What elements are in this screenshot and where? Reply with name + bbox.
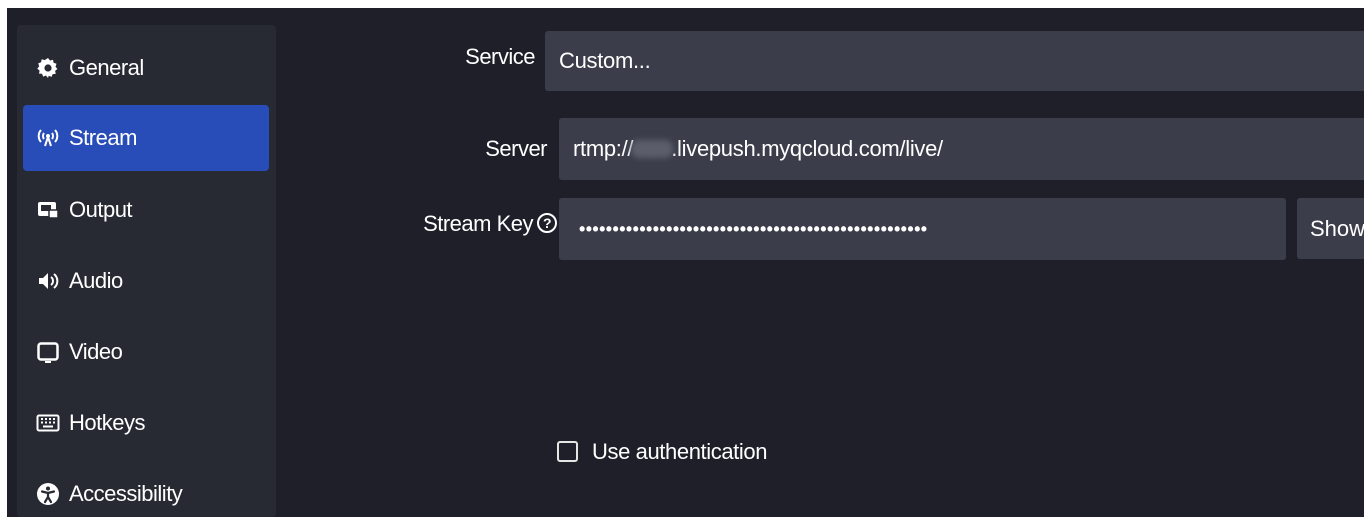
stream-key-value: ••••••••••••••••••••••••••••••••••••••••… xyxy=(579,218,928,239)
server-value-suffix: .livepush.myqcloud.com/live/ xyxy=(671,136,943,161)
show-button-label: Show xyxy=(1310,215,1364,241)
service-select[interactable]: Custom... xyxy=(545,31,1364,91)
sidebar-item-label: Video xyxy=(69,339,123,364)
sidebar-item-audio[interactable]: Audio xyxy=(23,248,269,314)
help-icon[interactable]: ? xyxy=(537,213,557,234)
sidebar-item-label: Output xyxy=(69,197,133,222)
keyboard-icon xyxy=(35,410,61,436)
sidebar-item-hotkeys[interactable]: Hotkeys xyxy=(23,390,269,456)
sidebar-item-label: General xyxy=(69,55,144,80)
sidebar-item-stream[interactable]: Stream xyxy=(23,105,269,171)
antenna-icon xyxy=(35,125,61,151)
sidebar-item-label: Audio xyxy=(69,268,123,293)
service-value: Custom... xyxy=(559,48,651,73)
sidebar-item-label: Accessibility xyxy=(69,481,183,506)
sidebar-item-general[interactable]: General xyxy=(23,35,269,101)
use-authentication-label[interactable]: Use authentication xyxy=(592,439,767,465)
redacted-blur xyxy=(631,140,674,158)
monitor-icon xyxy=(35,339,61,365)
sidebar-item-accessibility[interactable]: Accessibility xyxy=(23,461,269,517)
sidebar-item-label: Stream xyxy=(69,125,137,150)
use-authentication-checkbox[interactable] xyxy=(557,441,578,462)
server-value-prefix: rtmp:// xyxy=(573,136,634,161)
settings-sidebar: General Stream Output Audio Video Hotkey… xyxy=(17,25,276,517)
accessibility-icon xyxy=(35,481,61,507)
show-button[interactable]: Show xyxy=(1297,198,1364,259)
stream-key-label-group: Stream Key? xyxy=(417,211,557,237)
gear-icon xyxy=(35,55,61,81)
sidebar-item-video[interactable]: Video xyxy=(23,319,269,385)
service-label: Service xyxy=(465,44,535,69)
server-input[interactable]: rtmp:// .livepush.myqcloud.com/live/ xyxy=(559,118,1364,180)
output-icon xyxy=(35,197,61,223)
sidebar-item-label: Hotkeys xyxy=(69,410,145,435)
sidebar-item-output[interactable]: Output xyxy=(23,177,269,243)
settings-window: General Stream Output Audio Video Hotkey… xyxy=(7,8,1364,517)
speaker-icon xyxy=(35,268,61,294)
stream-key-input[interactable]: ••••••••••••••••••••••••••••••••••••••••… xyxy=(559,198,1286,260)
server-label: Server xyxy=(485,136,547,161)
stream-key-label: Stream Key xyxy=(423,211,533,236)
